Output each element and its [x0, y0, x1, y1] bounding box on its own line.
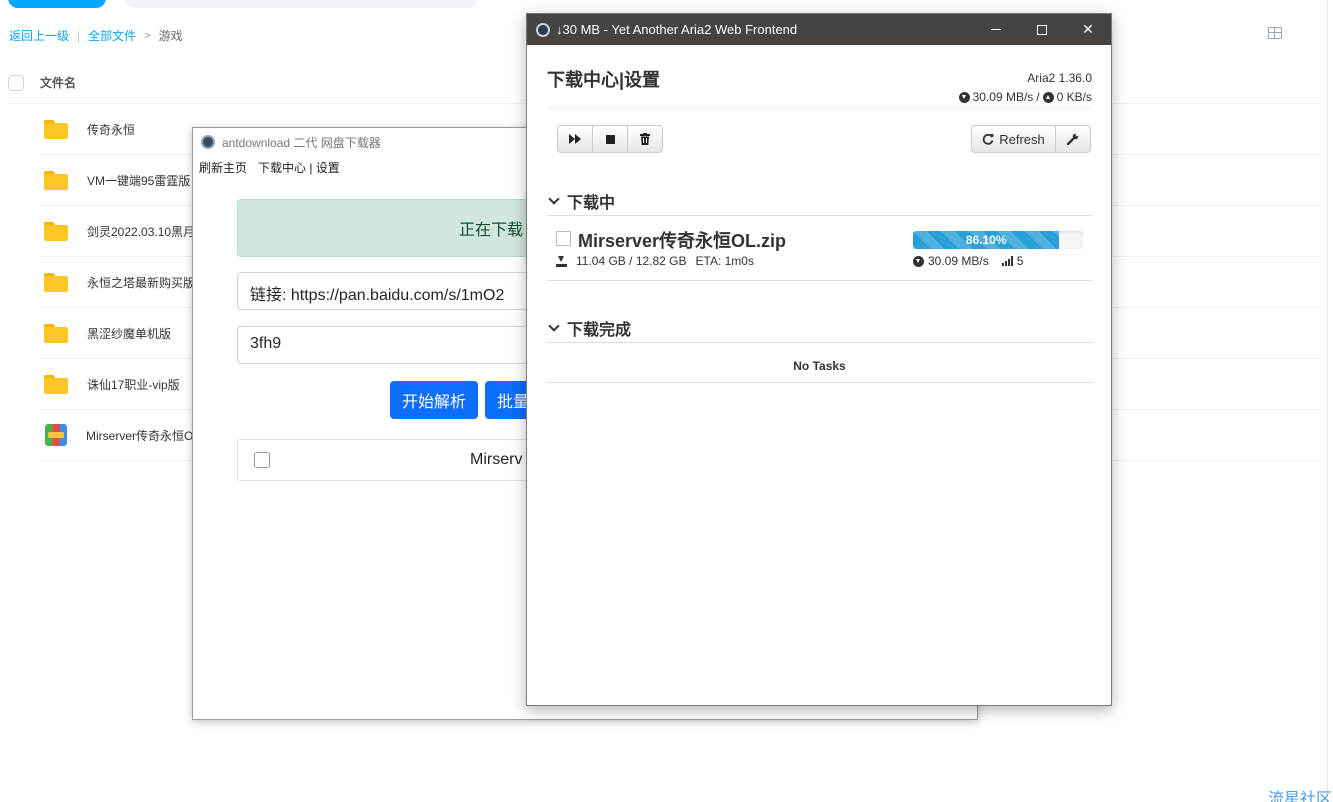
antdownload-title: antdownload 二代 网盘下载器 — [222, 135, 381, 150]
breadcrumb-arrow-icon: > — [144, 29, 151, 42]
close-button[interactable]: ✕ — [1065, 14, 1111, 45]
download-size-icon — [556, 255, 567, 267]
desktop: 返回上一级 | 全部文件 > 游戏 文件名 传奇永恒 VM一键端95雷霆版 剑灵… — [0, 0, 1333, 802]
parse-button[interactable]: 开始解析 — [390, 381, 479, 419]
folder-icon — [44, 323, 68, 343]
stop-icon — [605, 134, 615, 144]
global-upload-speed: 0 KB/s — [1056, 90, 1092, 104]
file-name[interactable]: 诛仙17职业-vip版 — [87, 376, 180, 393]
delete-button[interactable] — [628, 125, 663, 153]
stop-button[interactable] — [593, 125, 628, 153]
task-size: 11.04 GB / 12.82 GB — [576, 254, 687, 268]
global-download-speed: 30.09 MB/s — [972, 90, 1034, 104]
download-task[interactable]: Mirserver传奇永恒OL.zip 86.10% 11.04 GB / 12… — [547, 222, 1092, 281]
aria2-header: 下载中心|设置 Aria2 1.36.0 30.09 MB/s / 0 KB/s — [547, 66, 1092, 108]
task-connections: 5 — [1016, 254, 1024, 268]
app-logo-icon — [536, 22, 550, 37]
download-speed-icon — [958, 91, 970, 103]
file-select-checkbox[interactable] — [254, 452, 270, 468]
breadcrumb-back-link[interactable]: 返回上一级 — [9, 27, 69, 44]
upload-button[interactable] — [8, 0, 106, 8]
folder-icon — [44, 221, 68, 241]
aria2-version: Aria2 1.36.0 — [1027, 71, 1092, 85]
section-completed-title: 下载完成 — [567, 321, 632, 339]
settings-action-group: Refresh — [971, 125, 1091, 153]
section-downloading-title: 下载中 — [567, 194, 616, 212]
folder-icon — [44, 119, 68, 139]
file-name[interactable]: 永恒之塔最新购买版 — [87, 274, 195, 291]
minimize-button[interactable] — [973, 14, 1019, 45]
file-name[interactable]: 黑涩纱魔单机版 — [87, 325, 171, 342]
task-stats: 11.04 GB / 12.82 GB ETA: 1m0s — [556, 254, 754, 268]
global-speed: 30.09 MB/s / 0 KB/s — [958, 90, 1092, 104]
task-progress-fill: 86.10% — [913, 231, 1060, 249]
menu-download-center[interactable]: 下载中心 | 设置 — [258, 159, 340, 176]
file-name[interactable]: VM一键端95雷霆版 — [87, 172, 190, 189]
chevron-down-icon — [548, 192, 560, 205]
chevron-down-icon — [548, 319, 560, 332]
menu-refresh-home[interactable]: 刷新主页 — [199, 159, 247, 176]
task-speed: 30.09 MB/s — [928, 254, 989, 268]
download-speed-icon — [913, 255, 924, 267]
app-logo-icon — [201, 135, 215, 149]
search-input[interactable] — [124, 0, 478, 8]
refresh-icon — [983, 133, 994, 145]
minimize-icon — [991, 29, 1001, 30]
aria2-titlebar[interactable]: ↓30 MB - Yet Another Aria2 Web Frontend … — [527, 14, 1111, 45]
maximize-button[interactable] — [1019, 14, 1065, 45]
breadcrumb-separator: | — [77, 28, 81, 43]
breadcrumb-all-files-link[interactable]: 全部文件 — [88, 27, 136, 44]
empty-state: No Tasks — [547, 349, 1092, 383]
task-action-group — [557, 125, 663, 153]
wrench-icon — [1067, 133, 1079, 145]
scrollbar-track[interactable] — [1327, 0, 1328, 802]
trash-icon — [640, 133, 650, 145]
aria2-window-title: ↓30 MB - Yet Another Aria2 Web Frontend — [556, 22, 798, 37]
resume-button[interactable] — [557, 125, 593, 153]
close-icon: ✕ — [1082, 21, 1094, 37]
file-name[interactable]: 传奇永恒 — [87, 121, 135, 138]
section-completed[interactable]: 下载完成 — [547, 313, 1092, 343]
task-speed-info: 30.09 MB/s 5 — [913, 254, 1023, 268]
fast-forward-icon — [569, 134, 581, 144]
upload-speed-icon — [1042, 91, 1054, 103]
status-alert-text: 正在下载 — [459, 222, 524, 239]
task-name: Mirserver传奇永恒OL.zip — [578, 231, 787, 251]
refresh-label: Refresh — [999, 131, 1045, 147]
grid-view-icon[interactable] — [1268, 27, 1282, 39]
task-progress-bar: 86.10% — [913, 231, 1083, 249]
folder-icon — [44, 170, 68, 190]
file-list-item-name: Mirserv — [470, 451, 523, 468]
breadcrumb-current: 游戏 — [158, 29, 183, 43]
speed-separator: / — [1036, 90, 1040, 104]
breadcrumb: 返回上一级 | 全部文件 > 游戏 — [9, 27, 183, 44]
settings-button[interactable] — [1056, 125, 1091, 153]
select-all-checkbox[interactable] — [8, 74, 24, 91]
task-checkbox[interactable] — [556, 231, 571, 246]
watermark-text: 流星社区 — [1268, 789, 1333, 802]
folder-icon — [44, 374, 68, 394]
page-title: 下载中心|设置 — [547, 70, 661, 90]
maximize-icon — [1037, 24, 1047, 35]
refresh-button[interactable]: Refresh — [971, 125, 1056, 153]
folder-icon — [44, 272, 68, 292]
file-name[interactable]: 剑灵2022.03.10黑月 — [87, 223, 195, 240]
zip-archive-icon — [45, 424, 67, 446]
file-name[interactable]: Mirserver传奇永恒O — [86, 427, 193, 444]
connections-icon — [1001, 256, 1013, 266]
task-eta: ETA: 1m0s — [695, 254, 754, 268]
section-downloading[interactable]: 下载中 — [547, 186, 1092, 216]
column-header-filename: 文件名 — [40, 76, 77, 90]
aria2-window: ↓30 MB - Yet Another Aria2 Web Frontend … — [526, 13, 1112, 706]
